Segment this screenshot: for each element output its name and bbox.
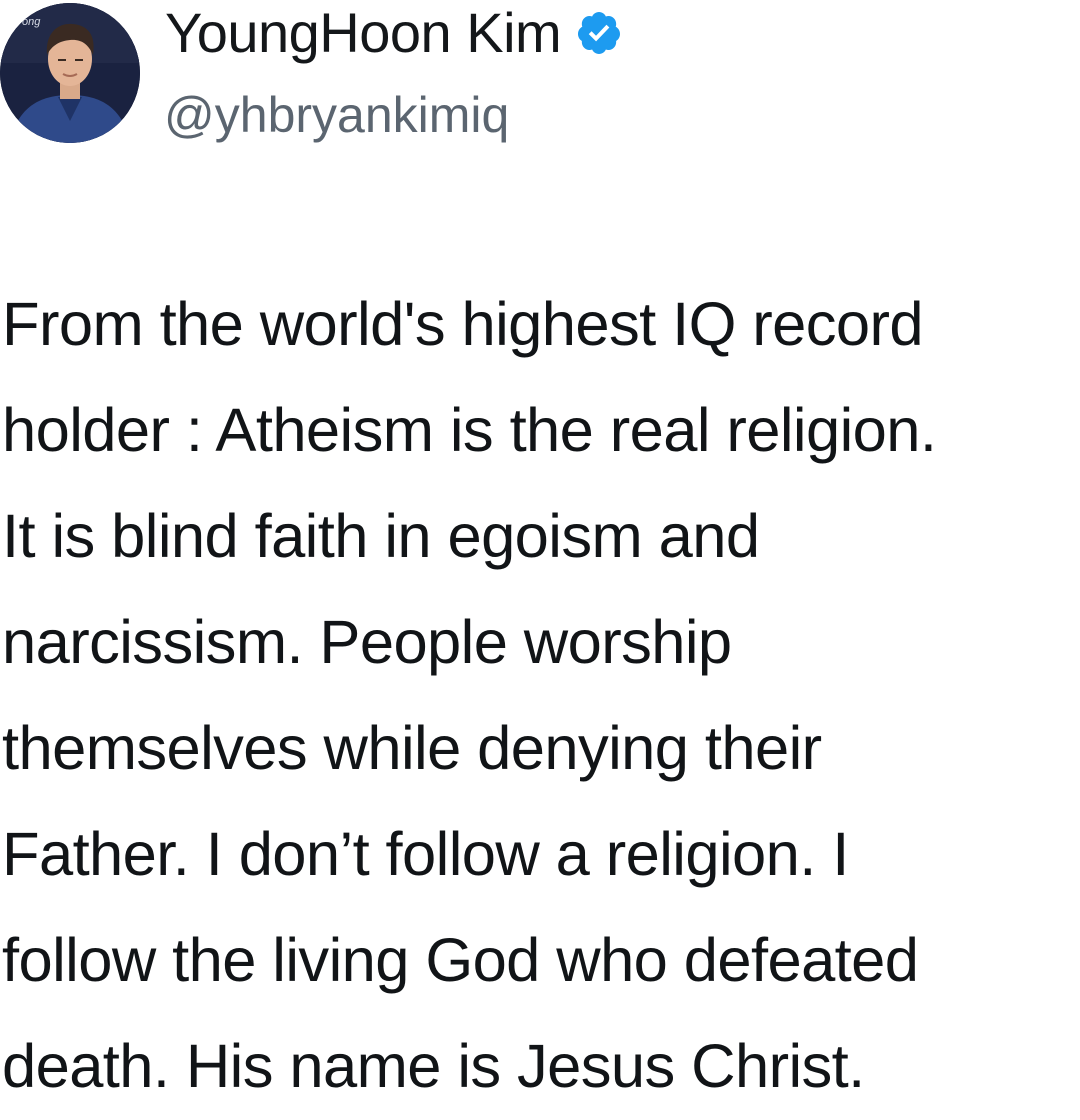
verified-badge-icon [575, 9, 623, 57]
tweet-text-line: It is blind faith in egoism and [2, 502, 760, 571]
tweet-text: From the world's highest IQ record holde… [2, 272, 1078, 1120]
svg-text:ong: ong [22, 16, 41, 28]
tweet-text-line: holder : Atheism is the real religion. [2, 396, 937, 465]
avatar[interactable]: ong [0, 3, 140, 143]
tweet-text-line: themselves while denying their [2, 714, 822, 783]
tweet-text-line: narcissism. People worship [2, 608, 732, 677]
avatar-image: ong [0, 3, 140, 143]
tweet-text-line: follow the living God who defeated [2, 926, 919, 995]
tweet-text-line: Father. I don’t follow a religion. I [2, 820, 849, 889]
user-handle[interactable]: @yhbryankimiq [164, 82, 509, 148]
tweet-text-line: death. His name is Jesus Christ. [2, 1032, 865, 1101]
tweet-header: ong YoungHoon Kim @yhbryankimiq [0, 0, 1080, 160]
tweet-text-line: From the world's highest IQ record [2, 290, 924, 359]
display-name-row: YoungHoon Kim [165, 0, 623, 66]
display-name[interactable]: YoungHoon Kim [165, 0, 562, 66]
